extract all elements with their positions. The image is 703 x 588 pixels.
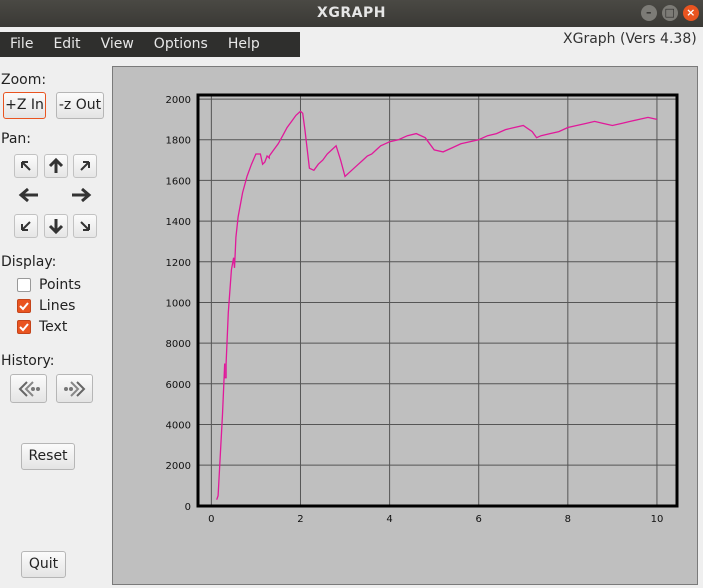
menu-options[interactable]: Options (144, 32, 218, 57)
y-tick-label: 6000 (166, 380, 191, 391)
y-tick-label: 4000 (166, 420, 191, 431)
x-tick-label: 10 (651, 514, 664, 525)
menu-file[interactable]: File (0, 32, 43, 57)
menu-help[interactable]: Help (218, 32, 270, 57)
display-label: Display: (1, 254, 57, 270)
history-label: History: (1, 353, 55, 369)
arrow-down-icon (48, 219, 64, 235)
checkmark-icon (19, 302, 29, 311)
lines-label: Lines (39, 298, 76, 314)
arrow-up-right-icon (80, 161, 90, 171)
y-tick-label: 2000 (166, 95, 191, 106)
lines-checkbox[interactable] (17, 299, 31, 313)
lines-option[interactable]: Lines (17, 296, 75, 316)
pan-up-left-button[interactable] (14, 154, 38, 178)
menu-edit[interactable]: Edit (43, 32, 90, 57)
plot-area[interactable]: 0 2 4 6 8 10 0 2000 4000 6000 8000 1000 1200 1400 160… (112, 66, 698, 585)
y-tick-labels: 0 2000 4000 6000 8000 1000 1200 1400 1600 1800 200… (166, 95, 191, 513)
y-tick-label: 1400 (166, 217, 191, 228)
reset-button[interactable]: Reset (21, 443, 75, 470)
close-button[interactable]: × (683, 5, 699, 21)
y-tick-label: 1200 (166, 258, 191, 269)
history-back-button[interactable] (10, 374, 47, 403)
pan-down-right-button[interactable] (73, 214, 97, 238)
pan-right-button[interactable] (66, 183, 96, 207)
pan-up-button[interactable] (44, 154, 68, 178)
x-tick-label: 0 (208, 514, 214, 525)
maximize-button[interactable]: □ (662, 5, 678, 21)
points-checkbox[interactable] (17, 278, 31, 292)
menu-view[interactable]: View (91, 32, 144, 57)
zoom-label: Zoom: (1, 72, 47, 88)
arrow-left-icon (18, 187, 38, 203)
x-tick-label: 4 (386, 514, 392, 525)
text-label: Text (39, 319, 68, 335)
y-tick-label: 2000 (166, 461, 191, 472)
series-lines (216, 110, 658, 500)
y-tick-label: 0 (185, 502, 191, 513)
pan-left-button[interactable] (14, 183, 44, 207)
pan-up-right-button[interactable] (73, 154, 97, 178)
history-forward-button[interactable] (56, 374, 93, 403)
y-tick-label: 8000 (166, 339, 191, 350)
zoom-out-button[interactable]: -z Out (56, 92, 104, 119)
minimize-button[interactable]: – (641, 5, 657, 21)
y-tick-label: 1600 (166, 176, 191, 187)
pan-down-button[interactable] (44, 214, 68, 238)
x-tick-label: 2 (297, 514, 303, 525)
zoom-in-button[interactable]: +Z In (3, 92, 46, 119)
y-tick-label: 1800 (166, 136, 191, 147)
arrow-down-left-icon (21, 221, 31, 231)
x-tick-label: 6 (476, 514, 482, 525)
series-line (216, 110, 658, 500)
line-chart[interactable]: 0 2 4 6 8 10 0 2000 4000 6000 8000 1000 1200 1400 160… (113, 67, 697, 584)
menu-bar: File Edit View Options Help (0, 32, 300, 57)
pan-label: Pan: (1, 131, 31, 147)
x-tick-label: 8 (565, 514, 571, 525)
arrow-up-icon (48, 157, 64, 173)
text-checkbox[interactable] (17, 320, 31, 334)
points-option[interactable]: Points (17, 275, 81, 295)
quit-button[interactable]: Quit (21, 551, 66, 578)
y-tick-label: 1000 (166, 298, 191, 309)
points-label: Points (39, 277, 82, 293)
checkmark-icon (19, 323, 29, 332)
arrow-up-left-icon (21, 161, 31, 171)
arrow-down-right-icon (80, 221, 90, 231)
version-label: XGraph (Vers 4.38) (563, 31, 697, 47)
window-title: XGRAPH (317, 5, 386, 21)
history-back-icon (18, 380, 40, 397)
text-option[interactable]: Text (17, 317, 67, 337)
arrow-right-icon (72, 187, 92, 203)
history-forward-icon (63, 380, 85, 397)
pan-down-left-button[interactable] (14, 214, 38, 238)
window-titlebar: XGRAPH – □ × (0, 0, 703, 27)
x-tick-labels: 0 2 4 6 8 10 (208, 514, 663, 525)
